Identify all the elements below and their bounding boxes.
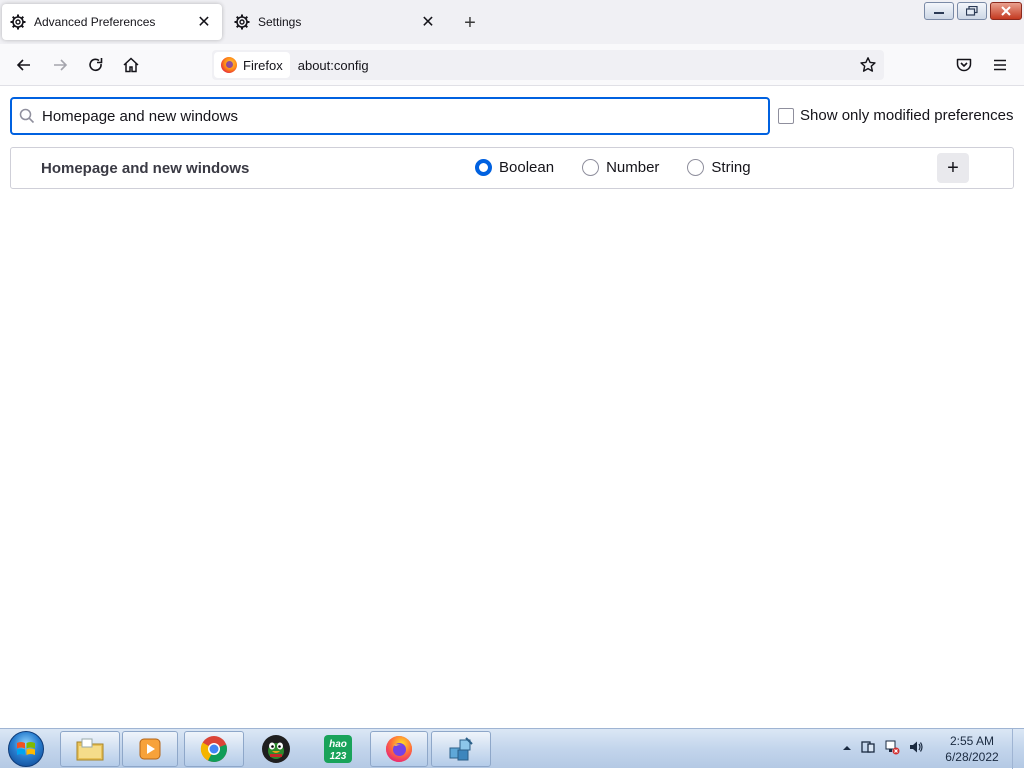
search-input[interactable] — [42, 101, 768, 131]
radio-unselected-icon[interactable] — [582, 159, 600, 176]
taskbar-file-explorer[interactable] — [60, 731, 120, 767]
volume-icon[interactable] — [908, 739, 924, 758]
taskbar-chrome[interactable] — [184, 731, 244, 767]
tab-advanced-preferences[interactable]: Advanced Preferences ✕ — [2, 4, 222, 40]
qq-penguin-icon — [262, 735, 290, 763]
taskbar-hao123[interactable]: hao 123 — [308, 731, 368, 767]
home-button[interactable] — [117, 52, 145, 78]
type-label: Boolean — [499, 159, 555, 176]
taskbar-network-app[interactable] — [431, 731, 491, 767]
pocket-icon — [956, 58, 972, 72]
windows-taskbar: hao 123 2:55 AM 6/28/2022 — [0, 728, 1024, 769]
action-center-icon[interactable] — [860, 739, 876, 758]
new-tab-button[interactable]: + — [458, 11, 482, 35]
show-modified-label: Show only modified preferences — [800, 107, 1014, 124]
taskbar-firefox[interactable] — [370, 731, 428, 767]
clock-date: 6/28/2022 — [945, 750, 999, 764]
taskbar-clock[interactable]: 2:55 AM 6/28/2022 — [938, 733, 1006, 765]
network-app-icon — [449, 737, 473, 761]
navigation-toolbar: Firefox about:config — [0, 44, 1024, 86]
star-icon — [860, 57, 876, 72]
tab-title: Advanced Preferences — [34, 15, 156, 29]
hamburger-menu-icon — [994, 59, 1006, 71]
network-disconnected-icon[interactable] — [884, 739, 900, 758]
close-tab-icon[interactable]: ✕ — [418, 12, 438, 32]
pocket-button[interactable] — [950, 52, 978, 78]
minimize-button[interactable] — [924, 2, 954, 20]
show-desktop-button[interactable] — [1012, 729, 1024, 769]
address-bar[interactable]: Firefox about:config — [212, 50, 884, 80]
show-hidden-icons-icon[interactable] — [842, 741, 852, 756]
back-button[interactable] — [10, 52, 38, 78]
type-number-radio[interactable]: Number — [582, 159, 659, 176]
forward-button[interactable] — [46, 52, 74, 78]
new-preference-name: Homepage and new windows — [41, 160, 250, 177]
back-arrow-icon — [16, 59, 30, 71]
identity-box[interactable]: Firefox — [214, 52, 290, 78]
new-preference-row: Homepage and new windows Boolean Number … — [10, 147, 1014, 189]
start-button[interactable] — [5, 730, 47, 768]
firefox-icon — [386, 736, 412, 762]
show-modified-toggle[interactable]: Show only modified preferences — [778, 107, 1013, 124]
svg-text:123: 123 — [330, 751, 347, 762]
preference-type-group: Boolean Number String — [475, 159, 751, 176]
show-modified-checkbox[interactable] — [778, 107, 794, 124]
preference-search-box — [10, 97, 770, 135]
windows-logo-icon — [8, 731, 44, 767]
clock-time: 2:55 AM — [949, 734, 995, 748]
tab-title: Settings — [258, 15, 302, 29]
taskbar-qq[interactable] — [246, 731, 306, 767]
svg-text:hao: hao — [329, 739, 347, 750]
close-window-button[interactable] — [990, 2, 1022, 20]
bookmark-star-button[interactable] — [856, 52, 880, 78]
type-boolean-radio[interactable]: Boolean — [475, 159, 554, 176]
add-preference-button[interactable]: + — [937, 153, 969, 183]
type-string-radio[interactable]: String — [687, 159, 751, 176]
firefox-icon — [221, 57, 237, 73]
gear-icon — [10, 14, 26, 30]
radio-unselected-icon[interactable] — [687, 159, 705, 176]
type-label: String — [711, 159, 751, 176]
app-menu-button[interactable] — [986, 52, 1014, 78]
window-controls — [924, 2, 1022, 20]
search-icon — [12, 108, 42, 124]
reload-button[interactable] — [82, 52, 110, 78]
tab-strip: Advanced Preferences ✕ Settings ✕ + — [0, 0, 1024, 44]
tab-settings[interactable]: Settings ✕ — [226, 4, 446, 40]
file-explorer-icon — [76, 738, 104, 761]
taskbar-media-player[interactable] — [122, 731, 178, 767]
close-tab-icon[interactable]: ✕ — [194, 12, 214, 32]
forward-arrow-icon — [54, 59, 68, 71]
system-tray — [842, 739, 924, 758]
home-icon — [123, 57, 139, 73]
type-label: Number — [606, 159, 660, 176]
url-text[interactable]: about:config — [298, 58, 369, 73]
chrome-icon — [200, 736, 227, 762]
restore-button[interactable] — [957, 2, 987, 20]
reload-icon — [89, 58, 103, 72]
gear-icon — [234, 14, 250, 30]
media-player-icon — [139, 738, 161, 760]
hao123-icon: hao123 — [324, 735, 352, 763]
identity-label: Firefox — [243, 57, 283, 73]
radio-selected-icon[interactable] — [475, 159, 492, 176]
